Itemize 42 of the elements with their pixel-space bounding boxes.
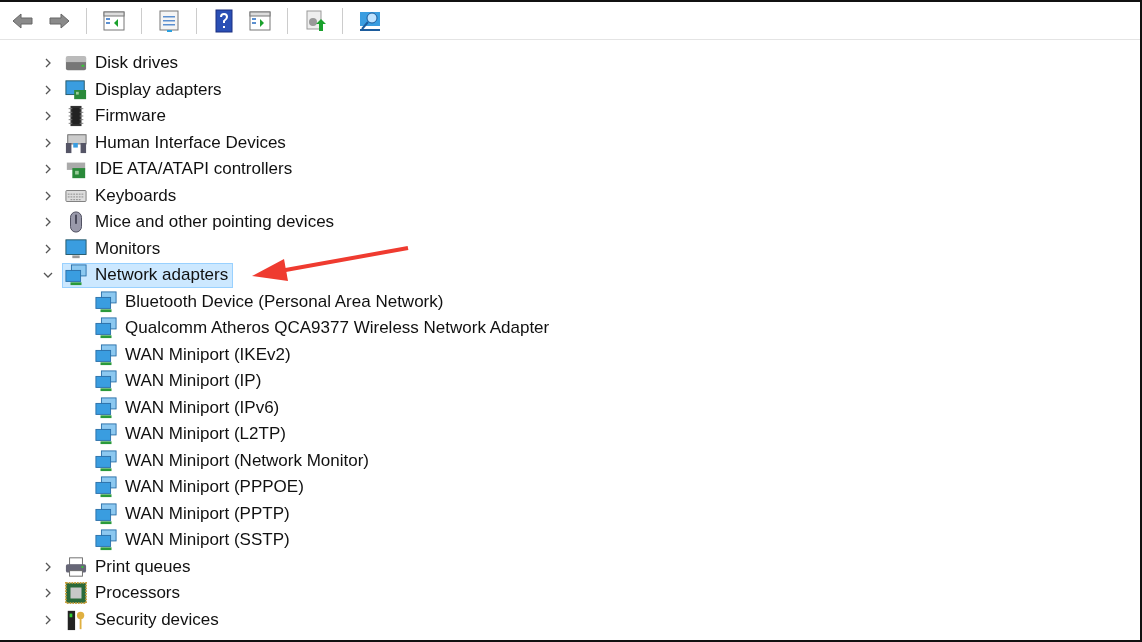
- properties-icon[interactable]: [157, 8, 181, 33]
- tree-item-label[interactable]: Disk drives: [95, 53, 179, 74]
- network-computers-icon: [95, 396, 117, 419]
- network-computers-icon: [95, 423, 117, 446]
- network-computers-icon: [95, 529, 117, 552]
- tree-item-label[interactable]: Monitors: [95, 238, 161, 259]
- tree-item-label[interactable]: Print queues: [95, 556, 191, 577]
- monitor-icon: [65, 237, 87, 260]
- tree-item-label[interactable]: Firmware: [95, 106, 166, 127]
- tree-item-label[interactable]: WAN Miniport (L2TP): [125, 424, 286, 445]
- network-computers-icon: [95, 476, 117, 499]
- tree-item-label[interactable]: Processors: [95, 583, 181, 604]
- tree-item-label[interactable]: WAN Miniport (IPv6): [125, 397, 280, 418]
- network-computers-icon: [95, 290, 117, 313]
- network-computers-icon: [95, 317, 117, 340]
- printer-icon: [65, 555, 87, 578]
- network-computers-icon: [95, 343, 117, 366]
- tree-item-label[interactable]: WAN Miniport (PPPOE): [125, 477, 304, 498]
- action-pane-icon[interactable]: [248, 8, 272, 33]
- tree-item-label[interactable]: Keyboards: [95, 185, 177, 206]
- tree-item-label[interactable]: WAN Miniport (SSTP): [125, 530, 290, 551]
- network-computers-icon: [95, 370, 117, 393]
- tree-item-label[interactable]: Security devices: [95, 609, 219, 630]
- tree-item-label[interactable]: WAN Miniport (PPTP): [125, 503, 290, 524]
- tree-item-label[interactable]: WAN Miniport (IP): [125, 371, 262, 392]
- tree-item-label[interactable]: Bluetooth Device (Personal Area Network): [125, 291, 444, 312]
- help-icon[interactable]: [212, 8, 236, 33]
- processor-icon: [65, 582, 87, 605]
- display-card-icon: [65, 78, 87, 101]
- tree-item-label[interactable]: Qualcomm Atheros QCA9377 Wireless Network Adapter: [125, 318, 550, 339]
- tree-item-label[interactable]: IDE ATA/ATAPI controllers: [95, 159, 293, 180]
- tree-item-label[interactable]: Display adapters: [95, 79, 222, 100]
- network-computers-icon: [65, 264, 87, 287]
- tree-item-label[interactable]: WAN Miniport (Network Monitor): [125, 450, 370, 471]
- tree-item-label[interactable]: Mice and other pointing devices: [95, 212, 335, 233]
- update-driver-icon[interactable]: [303, 8, 327, 33]
- security-key-icon: [65, 608, 87, 631]
- tree-item-label[interactable]: Human Interface Devices: [95, 132, 286, 153]
- tree-item-label[interactable]: WAN Miniport (IKEv2): [125, 344, 291, 365]
- network-computers-icon: [95, 449, 117, 472]
- console-tree-icon[interactable]: [102, 8, 126, 33]
- network-computers-icon: [95, 502, 117, 525]
